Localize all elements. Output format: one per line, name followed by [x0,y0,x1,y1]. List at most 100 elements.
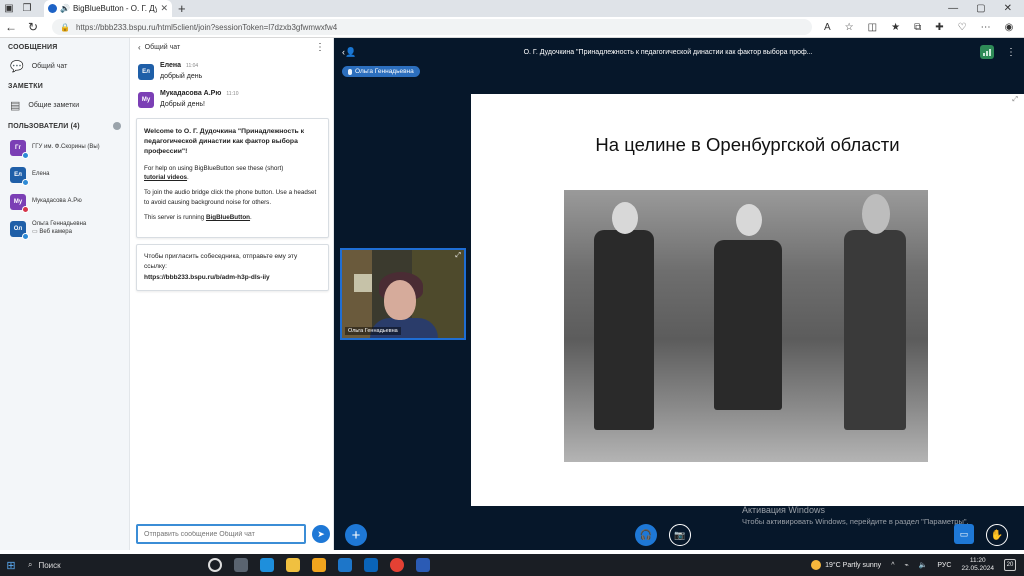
speaker-icon[interactable]: 🔊 [60,4,70,13]
fullscreen-webcam-icon[interactable]: ⤢ [455,252,461,260]
windows-start-icon[interactable]: ⊞ [0,559,22,572]
more-menu-icon[interactable]: ⋯ [981,22,991,33]
minimize-icon[interactable]: — [948,3,958,14]
browser-tab-strip: ▣ ❐ 🔊 BigBlueButton - О. Г. Дудочки ✕ + … [0,0,1024,17]
close-tab-icon[interactable]: ✕ [160,3,168,14]
outlook-icon[interactable] [364,558,378,572]
back-icon[interactable]: ← [0,20,22,34]
word-icon[interactable] [416,558,430,572]
chat-title[interactable]: Общий чат [145,44,181,51]
clock-date: 22.05.2024 [961,565,994,572]
webcam-video[interactable]: Ольга Геннадьевна ⤢ [340,248,466,340]
send-message-button[interactable]: ➤ [312,525,330,543]
lock-icon[interactable]: 🔒 [60,23,70,32]
file-explorer-icon[interactable] [286,558,300,572]
invite-text: Чтобы пригласить собеседника, отправьте … [144,252,298,270]
user-list-item[interactable]: Гг ГГУ им. Ф.Скорины (Вы) [0,134,129,161]
close-window-icon[interactable]: ✕ [1004,3,1012,14]
sidebar: СООБЩЕНИЯ 💬 Общий чат ЗАМЕТКИ ▤ Общие за… [0,38,130,550]
collections-icon[interactable]: ⧉ [914,22,921,33]
connection-status-icon[interactable] [980,45,994,59]
activation-title: Активация Windows [742,505,825,515]
presentation-toggle-button[interactable]: ▭ [954,524,974,544]
avatar: Гг [10,139,29,159]
reload-icon[interactable]: ↻ [22,20,44,34]
user-list-item[interactable]: Ел Елена [0,161,129,188]
sidebar-item-public-chat[interactable]: 💬 Общий чат [0,55,129,77]
sidebar-item-shared-notes[interactable]: ▤ Общие заметки [0,94,129,116]
chat-message-text: Добрый день! [160,101,205,108]
extensions-icon[interactable]: ✚ [935,22,943,33]
bigbluebutton-link[interactable]: BigBlueButton [206,214,250,221]
weather-text: 19°C Partly sunny [825,561,882,569]
volume-icon[interactable]: 🔈 [919,561,928,569]
chat-message-body: Елена 11:04 добрый день [160,62,202,80]
avatar-initials: Ел [142,69,150,75]
network-icon[interactable]: ⌁ [904,561,908,569]
browser-essentials-icon[interactable]: ♡ [958,22,967,33]
user-status-icon [22,205,29,213]
chrome-icon[interactable] [390,558,404,572]
new-tab-button[interactable]: + [178,1,186,16]
user-list-toggle-icon[interactable]: ‹👤 [342,47,356,58]
language-indicator[interactable]: РУС [937,562,951,569]
chat-message: Му Мукадасова А.Рю 11:10 Добрый день! [130,84,333,112]
tray-chevron-icon[interactable]: ^ [891,562,894,569]
favorite-star-icon[interactable]: ☆ [845,22,854,33]
chat-options-icon[interactable]: ⋮ [315,42,325,53]
chat-message-input[interactable] [136,524,306,544]
weather-widget[interactable]: 19°C Partly sunny [811,560,881,570]
maximize-icon[interactable]: ▢ [976,3,985,14]
webcam-off-button[interactable]: 📷 [669,524,691,546]
user-list-item[interactable]: Ол Ольга Геннадьевна ▭ Веб камера [0,215,129,242]
raise-hand-button[interactable]: ✋ [986,524,1008,546]
split-screen-icon[interactable]: ◫ [868,22,877,33]
user-name: ГГУ им. Ф.Скорины (Вы) [32,143,100,150]
user-name: Ольга Геннадьевна [32,220,87,227]
chat-message-sender: Мукадасова А.Рю 11:10 [160,90,238,97]
profile-icon[interactable]: ▣ [0,0,18,17]
avatar: Ел [10,166,29,186]
photo-head-left [612,202,638,234]
users-section-title: ПОЛЬЗОВАТЕЛИ (4) [0,116,129,134]
clock[interactable]: 11:20 22.05.2024 [961,557,994,573]
audio-headphones-button[interactable]: 🎧 [635,524,657,546]
task-view-icon[interactable] [234,558,248,572]
user-status-icon [22,232,29,240]
mail-icon[interactable] [338,558,352,572]
notes-icon: ▤ [10,99,21,112]
taskbar-search[interactable]: ⌕ Поиск [28,554,198,576]
browser-tab[interactable]: 🔊 BigBlueButton - О. Г. Дудочки ✕ [44,0,172,17]
taskbar-search-label: Поиск [38,560,61,570]
user-list-item[interactable]: Му Мукадасова А.Рю [0,188,129,215]
options-menu-icon[interactable]: ⋮ [1006,47,1016,58]
users-section-label: ПОЛЬЗОВАТЕЛИ (4) [8,122,80,130]
read-aloud-icon[interactable]: A [824,22,831,33]
chat-app-icon[interactable] [312,558,326,572]
actions-plus-button[interactable]: + [345,524,367,546]
taskbar-apps [208,558,430,572]
cortana-icon[interactable] [208,558,222,572]
avatar-initials: Ел [14,171,22,178]
microphone-icon [348,68,352,75]
welcome-help-text: For help on using BigBlueButton see thes… [144,164,284,172]
favorites-icon[interactable]: ★ [891,22,900,33]
user-settings-gear-icon[interactable] [113,122,121,130]
talking-indicator[interactable]: Ольга Геннадьевна [342,66,420,77]
invite-message: Чтобы пригласить собеседника, отправьте … [136,243,329,291]
fullscreen-slide-icon[interactable]: ⤢ [1012,96,1018,104]
tutorial-videos-link[interactable]: tutorial videos [144,174,187,181]
chevron-left-icon[interactable]: ‹ [138,43,141,52]
address-bar[interactable]: 🔒 https://bbb233.bspu.ru/html5client/joi… [52,19,812,35]
chat-header: ‹ Общий чат ⋮ [130,38,333,56]
chat-messages: Ел Елена 11:04 добрый день Му Мукадасова А.Рю… [130,56,333,112]
user-status-icon [22,151,29,159]
tab-actions-icon[interactable]: ❐ [18,0,36,17]
sender-name: Мукадасова А.Рю [160,90,222,97]
notifications-button[interactable]: 20 [1004,559,1016,571]
invite-link[interactable]: https://bbb233.bspu.ru/b/adm-h3p-dls-iiy [144,273,321,283]
webcam-user-label: Ольга Геннадьевна [345,327,401,335]
edge-icon[interactable] [260,558,274,572]
windows-taskbar: ⊞ ⌕ Поиск 19°C Partly sunny ^ ⌁ 🔈 РУС 11… [0,554,1024,576]
copilot-icon[interactable]: ◉ [1005,22,1014,33]
